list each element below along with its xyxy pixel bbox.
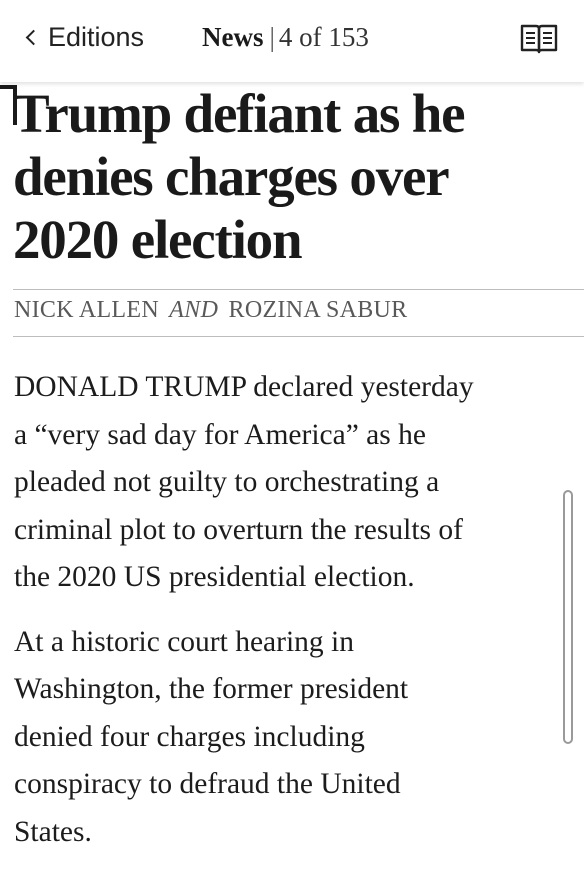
paragraph: At a historic court hearing in Washingto… [14, 619, 584, 857]
text-line: the 2020 US presidential election. [14, 561, 415, 593]
text-line: a “very sad day for America” as he [14, 418, 426, 451]
chevron-left-icon [25, 29, 42, 45]
text-line: criminal plot to overturn the results of [14, 513, 463, 546]
editions-label: Editions [48, 21, 145, 52]
page-count: 4 of 153 [278, 22, 369, 52]
headline: Trump defiant as he denies charges over … [13, 82, 573, 271]
text-line: States. [14, 815, 92, 848]
text-line: pleaded not guilty to orchestrating a [14, 466, 440, 498]
open-book-icon[interactable] [520, 23, 558, 55]
text-line: DONALD TRUMP declared yesterday [14, 371, 474, 403]
section-name: News [202, 22, 264, 52]
text-line: Washington, the former president [14, 673, 409, 705]
scrollbar-thumb[interactable] [563, 490, 573, 744]
byline-conjunction: AND [169, 297, 219, 323]
page-position: News | 4 of 153 [202, 22, 369, 53]
text-line: At a historic court hearing in [14, 625, 354, 658]
text-line: conspiracy to defraud the United [14, 768, 401, 800]
headline-line: 2020 election [13, 209, 303, 270]
paragraph: DONALD TRUMP declared yesterday a “very … [14, 364, 584, 602]
text-line: denied four charges including [14, 720, 365, 753]
headline-line: Trump defiant as he [13, 83, 466, 144]
author-name: NICK ALLEN [14, 297, 159, 323]
top-bar: Editions News | 4 of 153 [0, 0, 584, 82]
byline-bottom-divider [13, 336, 584, 337]
editions-back-button[interactable]: Editions [24, 20, 144, 54]
separator: | [269, 22, 275, 52]
article-body: DONALD TRUMP declared yesterday a “very … [14, 364, 584, 873]
byline-top-divider [13, 289, 584, 290]
headline-line: denies charges over [13, 146, 450, 207]
byline: NICK ALLEN AND ROZINA SABUR [14, 297, 407, 324]
author-name: ROZINA SABUR [228, 297, 408, 323]
